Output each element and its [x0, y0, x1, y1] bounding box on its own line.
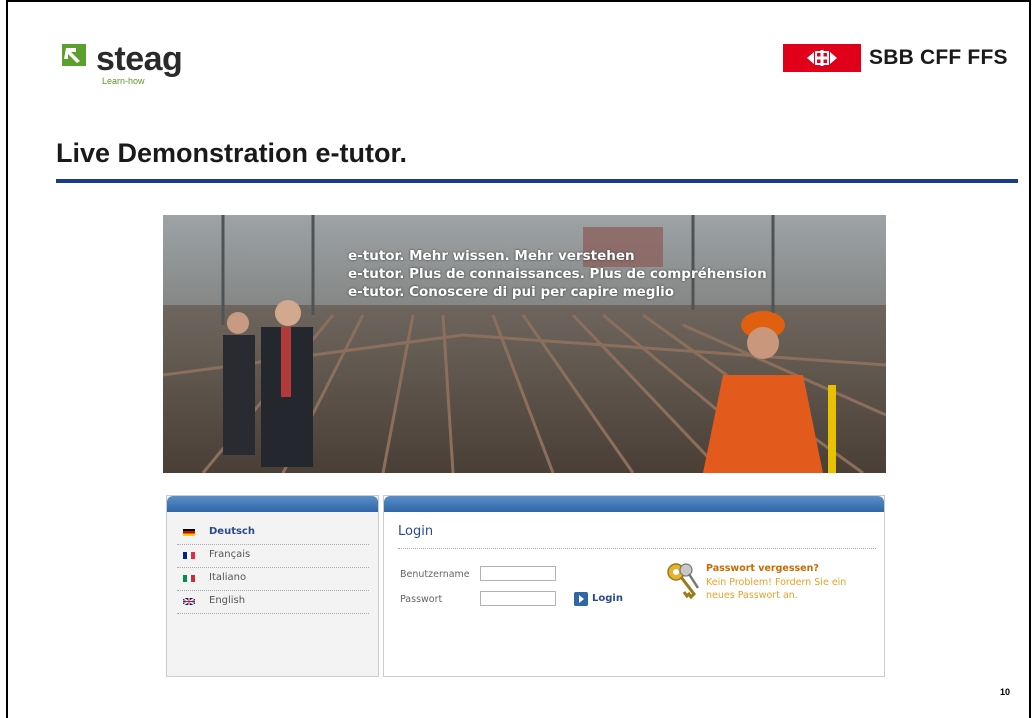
- hero-tagline-de: e-tutor. Mehr wissen. Mehr verstehen: [348, 248, 635, 264]
- language-label: English: [209, 595, 246, 606]
- hero-tagline-fr: e-tutor. Plus de connaissances. Plus de …: [348, 266, 767, 282]
- steag-tagline: Learn-how: [102, 76, 145, 86]
- sbb-wordmark: SBB CFF FFS: [869, 46, 1008, 69]
- forgot-password-text[interactable]: Kein Problem! Fordern Sie ein neues Pass…: [706, 576, 856, 602]
- sbb-logo: SBB CFF FFS: [783, 44, 1033, 72]
- language-label: Deutsch: [209, 526, 255, 537]
- page-number: 10: [1000, 687, 1011, 697]
- language-panel-header: [167, 496, 378, 512]
- germany-flag-icon: [183, 529, 195, 536]
- hero-image: e-tutor. Mehr wissen. Mehr verstehen e-t…: [163, 215, 886, 473]
- password-label: Passwort: [400, 594, 443, 605]
- steag-mark-icon: [62, 44, 86, 66]
- page-title: Live Demonstration e-tutor.: [56, 138, 408, 168]
- italy-flag-icon: [183, 575, 195, 582]
- language-panel: Deutsch Français Italiano English: [166, 495, 379, 677]
- username-input[interactable]: [480, 566, 556, 581]
- language-item-italiano[interactable]: Italiano: [177, 568, 369, 591]
- language-label: Italiano: [209, 572, 247, 583]
- sbb-flag: [783, 44, 861, 72]
- language-item-english[interactable]: English: [177, 591, 369, 614]
- language-item-deutsch[interactable]: Deutsch: [177, 522, 369, 545]
- login-button-label: Login: [592, 593, 623, 604]
- arrow-right-icon: [574, 592, 588, 606]
- keys-icon: [667, 563, 700, 600]
- title-divider: [56, 179, 1018, 183]
- language-label: Français: [209, 549, 251, 560]
- sbb-arrows-icon: [807, 50, 837, 66]
- language-item-francais[interactable]: Français: [177, 545, 369, 568]
- forgot-password-link[interactable]: Passwort vergessen?: [706, 563, 819, 574]
- username-label: Benutzername: [400, 569, 470, 580]
- hero-tagline-it: e-tutor. Conoscere di pui per capire meg…: [348, 284, 674, 300]
- login-panel-header: [384, 496, 884, 512]
- france-flag-icon: [183, 552, 195, 559]
- login-heading: Login: [398, 524, 434, 539]
- password-input[interactable]: [480, 591, 556, 606]
- uk-flag-icon: [183, 598, 195, 605]
- steag-wordmark: steag: [96, 40, 183, 78]
- login-divider: [398, 548, 876, 549]
- login-panel: Login Benutzername Passwort Login Passwo…: [383, 495, 885, 677]
- steag-logo: steag Learn-how: [56, 40, 246, 92]
